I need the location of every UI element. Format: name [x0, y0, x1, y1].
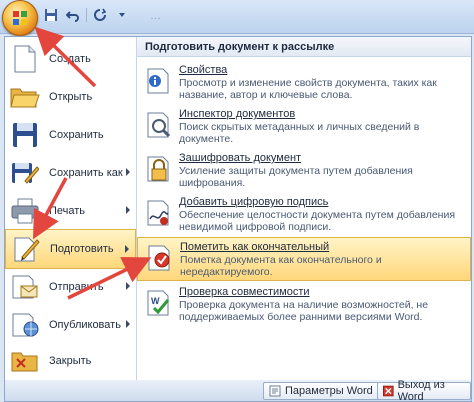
save-icon: [9, 119, 41, 151]
exit-word-button[interactable]: Выход из Word: [377, 379, 471, 402]
submenu-item-description: Пометка документа как окончательного и н…: [180, 254, 382, 278]
printer-icon: [9, 195, 41, 227]
prepare-submenu: Подготовить документ к рассылке Свойства…: [137, 37, 471, 381]
submenu-item-description: Поиск скрытых метаданных и личных сведен…: [179, 121, 420, 145]
signature-icon: [143, 197, 175, 229]
menu-item-close[interactable]: Закрыть: [5, 341, 136, 381]
submenu-item-description: Усиление защиты документа путем добавлен…: [179, 165, 413, 189]
menu-item-label: Закрыть: [49, 355, 92, 367]
submenu-item-title: Свойства: [179, 64, 228, 76]
word-options-button[interactable]: Параметры Word: [263, 382, 379, 400]
submenu-item-title: Добавить цифровую подпись: [179, 196, 329, 208]
mark-final-icon: [144, 242, 176, 274]
submenu-arrow-icon: [126, 168, 130, 176]
submenu-item-title: Инспектор документов: [179, 108, 296, 120]
menu-item-label: Создать: [49, 53, 91, 65]
submenu-arrow-icon: [125, 245, 129, 253]
submenu-item-title: Зашифровать документ: [179, 152, 302, 164]
office-button[interactable]: [2, 0, 38, 36]
office-menu-footer: Параметры Word Выход из Word: [4, 379, 472, 402]
exit-word-label: Выход из Word: [397, 379, 445, 402]
submenu-item-properties[interactable]: Свойства Просмотр и изменение свойств до…: [137, 61, 471, 105]
redo-icon[interactable]: [91, 6, 109, 24]
menu-item-save[interactable]: Сохранить: [5, 115, 136, 155]
submenu-arrow-icon: [126, 282, 130, 290]
properties-icon: [143, 65, 175, 97]
menu-item-label: Открыть: [49, 91, 93, 103]
submenu-item-description: Проверка документа на наличие возможност…: [179, 299, 429, 323]
menu-item-save-as[interactable]: Сохранить как: [5, 153, 136, 193]
menu-item-new[interactable]: Создать: [5, 39, 136, 79]
submenu-item-mark-final[interactable]: Пометить как окончательный Пометка докум…: [137, 237, 471, 281]
submenu-item-description: Обеспечение целостности документа путем …: [179, 209, 456, 233]
menu-item-label: Сохранить: [49, 129, 104, 141]
svg-text:W: W: [151, 296, 160, 306]
menu-item-print[interactable]: Печать: [5, 191, 136, 231]
menu-item-open[interactable]: Открыть: [5, 77, 136, 117]
word-options-label: Параметры Word: [285, 385, 373, 397]
inspector-icon: [143, 109, 175, 141]
open-folder-icon: [9, 81, 41, 113]
submenu-arrow-icon: [126, 206, 130, 214]
options-document-icon: [269, 385, 281, 397]
quick-access-toolbar: [42, 6, 131, 24]
save-icon[interactable]: [42, 6, 60, 24]
new-document-icon: [9, 43, 41, 75]
submenu-item-title: Пометить как окончательный: [180, 241, 330, 253]
window-title: …: [150, 10, 162, 22]
prepare-pencil-icon: [10, 233, 42, 265]
office-menu-commands: Создать Открыть Сохранить Сохранить как: [5, 37, 137, 381]
save-as-icon: [9, 157, 41, 189]
exit-x-icon: [383, 385, 394, 397]
submenu-item-title: Проверка совместимости: [179, 286, 310, 298]
submenu-item-signature[interactable]: Добавить цифровую подпись Обеспечение це…: [137, 193, 471, 237]
undo-icon[interactable]: [64, 6, 82, 24]
toolbar-separator: [86, 8, 87, 22]
office-logo-icon: [13, 11, 27, 25]
submenu-header: Подготовить документ к рассылке: [137, 37, 471, 57]
send-mail-icon: [9, 271, 41, 303]
menu-item-label: Печать: [49, 205, 86, 217]
menu-item-send[interactable]: Отправить: [5, 267, 136, 307]
close-folder-icon: [9, 345, 41, 377]
submenu-item-encrypt[interactable]: Зашифровать документ Усиление защиты док…: [137, 149, 471, 193]
submenu-item-compatibility[interactable]: W Проверка совместимости Проверка докуме…: [137, 283, 471, 327]
publish-icon: [9, 309, 41, 341]
office-menu: Создать Открыть Сохранить Сохранить как: [4, 36, 472, 381]
encrypt-lock-icon: [143, 153, 175, 185]
submenu-item-inspector[interactable]: Инспектор документов Поиск скрытых метад…: [137, 105, 471, 149]
menu-item-label: Подготовить: [50, 243, 114, 255]
menu-item-label: Отправить: [49, 281, 104, 293]
submenu-item-description: Просмотр и изменение свойств документа, …: [179, 77, 437, 101]
menu-item-label: Опубликовать: [49, 319, 121, 331]
compatibility-icon: W: [143, 287, 175, 319]
submenu-arrow-icon: [126, 320, 130, 328]
menu-item-prepare[interactable]: Подготовить: [5, 229, 136, 269]
menu-item-label: Сохранить как: [49, 167, 123, 179]
menu-item-publish[interactable]: Опубликовать: [5, 305, 136, 345]
customize-qat-icon[interactable]: [113, 6, 131, 24]
title-bar: …: [0, 0, 474, 36]
